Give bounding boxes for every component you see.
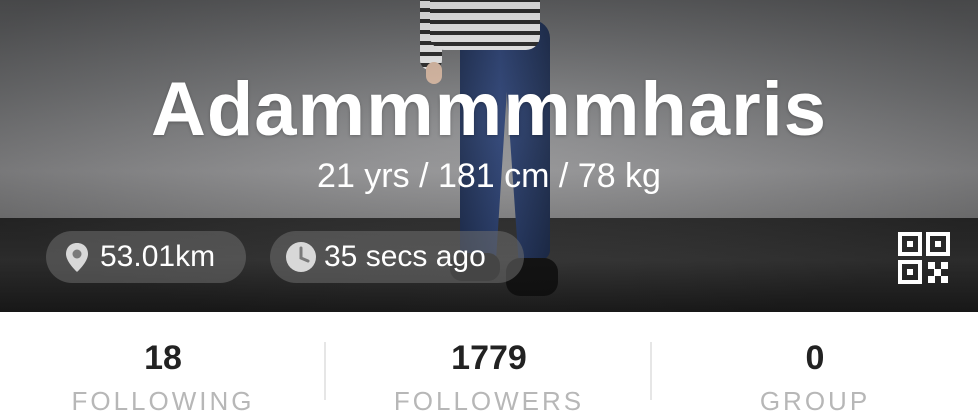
stat-following[interactable]: 18 FOLLOWING <box>0 312 326 416</box>
location-pin-icon <box>60 240 94 274</box>
profile-username: Adammmmmharis <box>150 67 828 152</box>
distance-chip: 53.01km <box>46 231 246 283</box>
group-count: 0 <box>805 339 825 377</box>
profile-stats-bar: 18 FOLLOWING 1779 FOLLOWERS 0 GROUP <box>0 312 978 416</box>
last-active-value: 35 secs ago <box>324 240 486 273</box>
stat-followers[interactable]: 1779 FOLLOWERS <box>326 312 652 416</box>
qr-code-icon[interactable] <box>898 232 950 284</box>
clock-icon <box>284 240 318 274</box>
distance-value: 53.01km <box>100 240 216 273</box>
group-label: GROUP <box>759 386 871 416</box>
followers-label: FOLLOWERS <box>393 386 585 416</box>
last-active-chip: 35 secs ago <box>270 231 524 283</box>
followers-count: 1779 <box>451 339 527 377</box>
following-count: 18 <box>144 339 182 377</box>
profile-body-details: 21 yrs / 181 cm / 78 kg <box>317 157 661 195</box>
stat-group[interactable]: 0 GROUP <box>652 312 978 416</box>
following-label: FOLLOWING <box>71 386 255 416</box>
stats-divider <box>650 342 652 400</box>
stats-divider <box>324 342 326 400</box>
